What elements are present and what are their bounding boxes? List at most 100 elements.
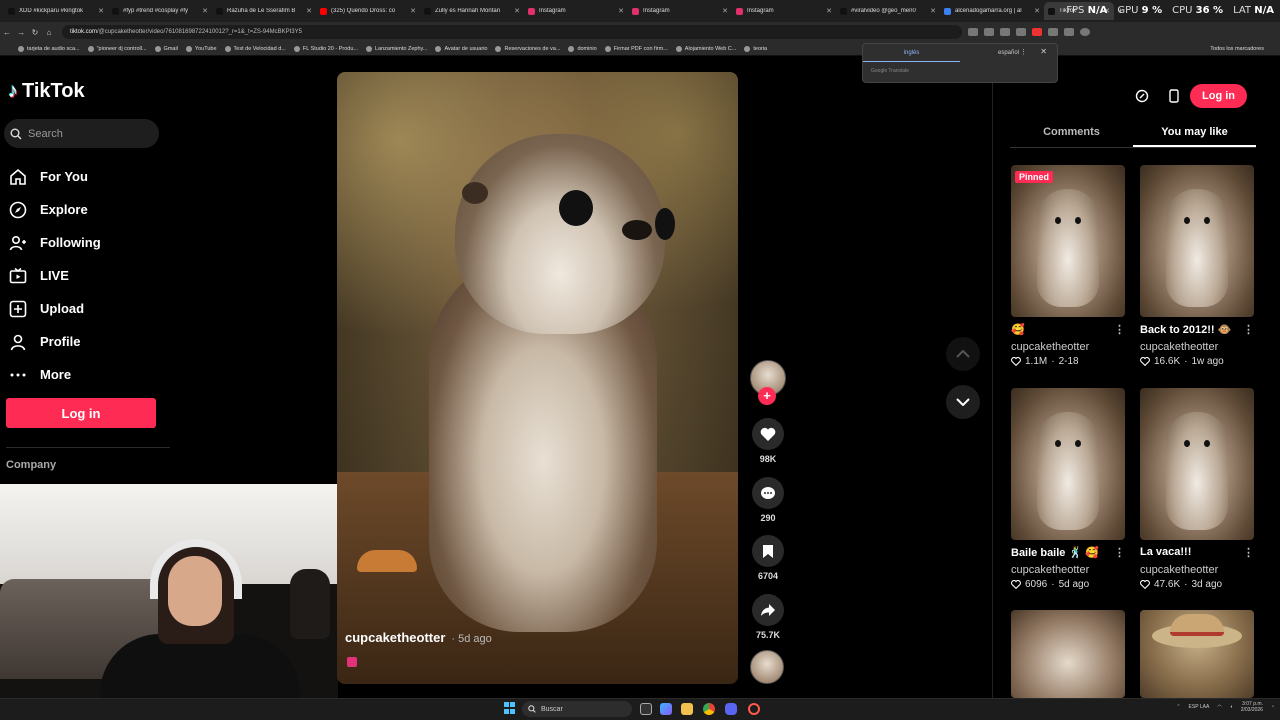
close-tab-icon[interactable]: ✕ — [618, 7, 624, 15]
sidebar-item-for-you[interactable]: For You — [8, 160, 168, 193]
video-author[interactable]: cupcaketheotter — [345, 630, 445, 645]
close-tab-icon[interactable]: ✕ — [930, 7, 936, 15]
more-vert-icon[interactable]: ⋮ — [1243, 323, 1254, 337]
browser-tab[interactable]: Instagram ✕ — [628, 2, 732, 20]
file-explorer-icon[interactable] — [681, 703, 693, 715]
browser-tab[interactable]: Instagram ✕ — [524, 2, 628, 20]
bookmark-item[interactable]: Test de Velocidad d... — [224, 45, 286, 52]
search-input[interactable]: Search — [4, 119, 159, 148]
extension-icon[interactable] — [1064, 28, 1074, 36]
video-thumbnail[interactable] — [1140, 388, 1254, 540]
recommended-video-card[interactable]: La vaca!!! ⋮ cupcaketheotter 47.6K · 3d ago — [1140, 388, 1254, 590]
back-icon[interactable]: ← — [0, 28, 14, 37]
discord-icon[interactable] — [725, 703, 737, 715]
sidebar-item-profile[interactable]: Profile — [8, 325, 168, 358]
tray-chevron-icon[interactable]: ⌃ — [1176, 704, 1180, 710]
comment-button[interactable] — [752, 477, 784, 509]
login-button[interactable]: Log in — [6, 398, 156, 428]
browser-tab[interactable]: alcenadogamarra.org | al ✕ — [940, 2, 1044, 20]
close-tab-icon[interactable]: ✕ — [98, 7, 104, 15]
card-username[interactable]: cupcaketheotter — [1011, 341, 1125, 353]
tab-comments[interactable]: Comments — [1010, 120, 1133, 147]
close-icon[interactable]: ✕ — [1040, 47, 1047, 56]
volume-icon[interactable]: ◖ — [1230, 704, 1233, 710]
reload-icon[interactable]: ↻ — [28, 28, 42, 37]
card-username[interactable]: cupcaketheotter — [1140, 564, 1254, 576]
browser-tab[interactable]: XDD #kickparu #kingtok ✕ — [4, 2, 108, 20]
follow-plus-icon[interactable]: + — [758, 387, 776, 405]
close-tab-icon[interactable]: ✕ — [514, 7, 520, 15]
recommended-video-card[interactable]: Baile baile 🕺 🥰 ⋮ cupcaketheotter 6096 · 5d a… — [1011, 388, 1125, 590]
save-button[interactable] — [752, 535, 784, 567]
browser-tab[interactable]: #viralvideo @geo_men0 ✕ — [836, 2, 940, 20]
bookmark-item[interactable]: "pioneer dj controll... — [87, 45, 147, 52]
video-thumbnail[interactable] — [1140, 610, 1254, 698]
music-disc-avatar[interactable] — [750, 650, 784, 684]
extension-icon[interactable] — [984, 28, 994, 36]
sidebar-item-upload[interactable]: Upload — [8, 292, 168, 325]
bookmark-item[interactable]: dominio — [568, 45, 597, 52]
language-indicator[interactable]: ESP LAA — [1189, 704, 1210, 710]
browser-tab[interactable]: Zully es Hannah Montan ✕ — [420, 2, 524, 20]
extension-icon[interactable] — [1048, 28, 1058, 36]
extension-icon[interactable] — [968, 28, 978, 36]
app-icon[interactable] — [748, 703, 760, 715]
task-view-icon[interactable] — [640, 703, 652, 715]
taskbar-search[interactable]: Buscar — [522, 701, 632, 717]
sidebar-item-following[interactable]: Following — [8, 226, 168, 259]
coin-icon[interactable] — [1130, 84, 1154, 108]
bookmark-item[interactable]: YouTube — [185, 45, 217, 52]
browser-tab[interactable]: Instagram ✕ — [732, 2, 836, 20]
tiktok-logo[interactable]: ♪ TikTok — [8, 80, 85, 103]
all-bookmarks-folder[interactable]: Todos los marcadores — [1210, 46, 1264, 52]
bookmark-item[interactable]: Alojamiento Web C... — [675, 45, 736, 52]
bookmark-item[interactable]: Reservaciones de va... — [495, 45, 560, 52]
like-button[interactable] — [752, 418, 784, 450]
forward-icon[interactable]: → — [14, 28, 28, 37]
extension-icon[interactable] — [1016, 28, 1026, 36]
close-tab-icon[interactable]: ✕ — [1034, 7, 1040, 15]
card-username[interactable]: cupcaketheotter — [1011, 564, 1125, 576]
translate-source-tab[interactable]: inglés — [863, 45, 960, 62]
url-field[interactable]: tiktok.com/@cupcaketheotter/video/761081… — [62, 25, 962, 39]
phone-icon[interactable] — [1162, 84, 1186, 108]
video-thumbnail[interactable] — [1011, 610, 1125, 698]
video-thumbnail[interactable] — [1011, 388, 1125, 540]
video-thumbnail[interactable]: Pinned — [1011, 165, 1125, 317]
close-tab-icon[interactable]: ✕ — [410, 7, 416, 15]
close-tab-icon[interactable]: ✕ — [826, 7, 832, 15]
more-vert-icon[interactable]: ⋮ — [1114, 323, 1125, 337]
video-thumbnail[interactable] — [1140, 165, 1254, 317]
video-player[interactable]: cupcaketheotter · 5d ago — [337, 72, 738, 684]
browser-tab[interactable]: Razuha de Le Sserafim B ✕ — [212, 2, 316, 20]
sidebar-item-more[interactable]: More — [8, 358, 168, 391]
recommended-video-card[interactable]: Back to 2012!! 🐵 ⋮ cupcaketheotter 16.6K · 1w… — [1140, 165, 1254, 367]
share-button[interactable] — [752, 594, 784, 626]
home-browser-icon[interactable]: ⌂ — [42, 28, 56, 37]
clock[interactable]: 3:07 p.m. 2/03/2026 — [1241, 701, 1263, 713]
sidebar-item-explore[interactable]: Explore — [8, 193, 168, 226]
bookmark-item[interactable]: FL Studio 20 - Produ... — [293, 45, 358, 52]
close-tab-icon[interactable]: ✕ — [722, 7, 728, 15]
bookmark-item[interactable]: Firmar PDF con firm... — [604, 45, 668, 52]
bookmark-item[interactable]: tarjeta de audio sca... — [18, 45, 80, 52]
extension-icon[interactable] — [1032, 28, 1042, 36]
bookmark-item[interactable]: Lanzamiento Zephy... — [365, 45, 427, 52]
close-tab-icon[interactable]: ✕ — [202, 7, 208, 15]
more-vert-icon[interactable]: ⋮ — [1020, 48, 1027, 56]
company-link[interactable]: Company — [6, 459, 56, 471]
sidebar-item-live[interactable]: LIVE — [8, 259, 168, 292]
bookmark-item[interactable]: Gmail — [154, 45, 178, 52]
previous-video-button[interactable] — [946, 337, 980, 371]
tab-you-may-like[interactable]: You may like — [1133, 120, 1256, 147]
windows-start-icon[interactable] — [504, 702, 516, 714]
header-login-button[interactable]: Log in — [1190, 84, 1247, 108]
browser-tab[interactable]: (325) Querido Dross: co ✕ — [316, 2, 420, 20]
chrome-icon[interactable] — [703, 703, 715, 715]
close-tab-icon[interactable]: ✕ — [306, 7, 312, 15]
extension-icon[interactable] — [1000, 28, 1010, 36]
more-vert-icon[interactable]: ⋮ — [1114, 546, 1125, 560]
next-video-button[interactable] — [946, 385, 980, 419]
bookmark-item[interactable]: Avatar de usuario — [435, 45, 487, 52]
browser-tab[interactable]: #fyp #trend #cosplay #fy ✕ — [108, 2, 212, 20]
